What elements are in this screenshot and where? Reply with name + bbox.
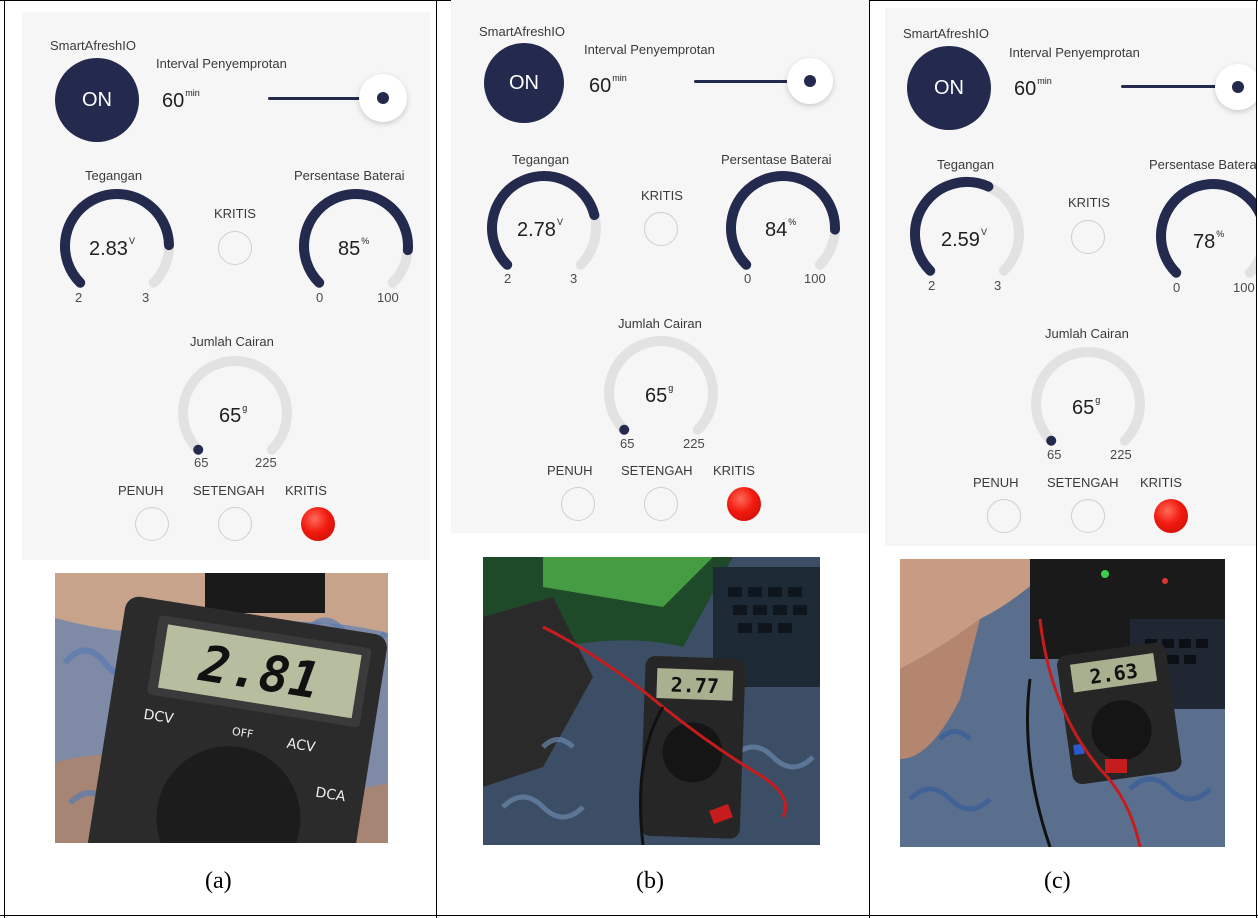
- gauge-fill: [619, 424, 630, 435]
- battery-value: 84%: [765, 217, 797, 241]
- interval-slider-thumb[interactable]: [787, 58, 833, 104]
- voltage-label: Tegangan: [512, 152, 570, 167]
- voltage-max-tick: 3: [142, 290, 150, 305]
- panel-caption: (a): [205, 868, 232, 894]
- app-title: SmartAfreshIO: [903, 26, 989, 41]
- voltage-value: 2.78V: [517, 217, 563, 241]
- panel-caption: (c): [1044, 868, 1071, 894]
- meter-reading: 2.77: [670, 673, 719, 699]
- multimeter-photo: 2.63: [900, 559, 1225, 847]
- critical-indicator: [1071, 220, 1105, 254]
- interval-slider-thumb[interactable]: [1215, 64, 1256, 110]
- liquid-label: Jumlah Cairan: [1045, 326, 1129, 341]
- panel-a: SmartAfreshIO ON Interval Penyemprotan 6…: [5, 0, 436, 918]
- power-button[interactable]: ON: [907, 46, 991, 130]
- app-screen: SmartAfreshIO ON Interval Penyemprotan 6…: [22, 12, 430, 560]
- battery-max-tick: 100: [804, 271, 826, 286]
- gauge-fill: [1046, 435, 1057, 446]
- panel-c: SmartAfreshIO ON Interval Penyemprotan 6…: [870, 0, 1256, 918]
- level-full-indicator: [561, 487, 595, 521]
- battery-label: Persentase Baterai: [721, 152, 832, 167]
- level-critical-indicator: [301, 507, 335, 541]
- liquid-label: Jumlah Cairan: [618, 316, 702, 331]
- liquid-min-tick: 65: [194, 455, 209, 470]
- voltage-min-tick: 2: [75, 290, 83, 305]
- interval-value: 60min: [1014, 76, 1052, 100]
- level-half-label: SETENGAH: [1047, 475, 1119, 490]
- level-half-indicator: [1071, 499, 1105, 533]
- liquid-max-tick: 225: [1110, 447, 1132, 462]
- gauge-fill: [193, 444, 204, 455]
- level-half-indicator: [644, 487, 678, 521]
- app-screen: SmartAfreshIO ON Interval Penyemprotan 6…: [885, 8, 1256, 546]
- interval-value: 60min: [589, 73, 627, 97]
- multimeter-photo: 2.77: [483, 557, 820, 845]
- battery-min-tick: 0: [316, 290, 324, 305]
- battery-max-tick: 100: [377, 290, 399, 305]
- interval-label: Interval Penyemprotan: [1009, 45, 1140, 60]
- battery-label: Persentase Baterai: [1149, 157, 1256, 172]
- liquid-max-tick: 225: [683, 436, 705, 451]
- app-screen: SmartAfreshIO ON Interval Penyemprotan 6…: [451, 0, 869, 533]
- level-critical-label: KRITIS: [285, 483, 327, 498]
- voltage-label: Tegangan: [937, 157, 995, 172]
- panel-b: SmartAfreshIO ON Interval Penyemprotan 6…: [437, 0, 869, 918]
- level-critical-label: KRITIS: [713, 463, 755, 478]
- battery-value: 85%: [338, 236, 370, 260]
- level-critical-label: KRITIS: [1140, 475, 1182, 490]
- power-button[interactable]: ON: [484, 43, 564, 123]
- panel-caption: (b): [636, 868, 664, 894]
- level-full-indicator: [987, 499, 1021, 533]
- interval-value: 60min: [162, 88, 200, 112]
- gauge-fill: [910, 177, 994, 276]
- level-half-indicator: [218, 507, 252, 541]
- interval-slider-thumb[interactable]: [359, 74, 407, 122]
- level-critical-indicator: [727, 487, 761, 521]
- liquid-min-tick: 65: [1047, 447, 1062, 462]
- app-title: SmartAfreshIO: [50, 38, 136, 53]
- level-full-label: PENUH: [547, 463, 593, 478]
- voltage-value: 2.59V: [941, 227, 987, 251]
- battery-value: 78%: [1193, 229, 1225, 253]
- battery-max-tick: 100: [1233, 280, 1255, 295]
- level-half-label: SETENGAH: [193, 483, 265, 498]
- voltage-value: 2.83V: [89, 236, 135, 260]
- voltage-max-tick: 3: [994, 278, 1002, 293]
- critical-label: KRITIS: [641, 188, 683, 203]
- power-button[interactable]: ON: [55, 58, 139, 142]
- table-border-right: [1256, 0, 1257, 918]
- liquid-value: 65g: [1072, 395, 1101, 419]
- liquid-min-tick: 65: [620, 436, 635, 451]
- voltage-min-tick: 2: [504, 271, 512, 286]
- battery-label: Persentase Baterai: [294, 168, 405, 183]
- voltage-min-tick: 2: [928, 278, 936, 293]
- level-critical-indicator: [1154, 499, 1188, 533]
- multimeter-photo: 2.81 DCV OFF ACV DCA: [55, 573, 388, 843]
- app-title: SmartAfreshIO: [479, 24, 565, 39]
- critical-indicator: [644, 212, 678, 246]
- battery-min-tick: 0: [744, 271, 752, 286]
- voltage-label: Tegangan: [85, 168, 143, 183]
- level-half-label: SETENGAH: [621, 463, 693, 478]
- liquid-value: 65g: [645, 383, 674, 407]
- critical-label: KRITIS: [214, 206, 256, 221]
- level-full-indicator: [135, 507, 169, 541]
- liquid-label: Jumlah Cairan: [190, 334, 274, 349]
- critical-indicator: [218, 231, 252, 265]
- liquid-value: 65g: [219, 403, 248, 427]
- voltage-max-tick: 3: [570, 271, 578, 286]
- level-full-label: PENUH: [118, 483, 164, 498]
- critical-label: KRITIS: [1068, 195, 1110, 210]
- liquid-max-tick: 225: [255, 455, 277, 470]
- level-full-label: PENUH: [973, 475, 1019, 490]
- gauge-fill: [1156, 179, 1256, 278]
- battery-min-tick: 0: [1173, 280, 1181, 295]
- interval-label: Interval Penyemprotan: [156, 56, 287, 71]
- interval-label: Interval Penyemprotan: [584, 42, 715, 57]
